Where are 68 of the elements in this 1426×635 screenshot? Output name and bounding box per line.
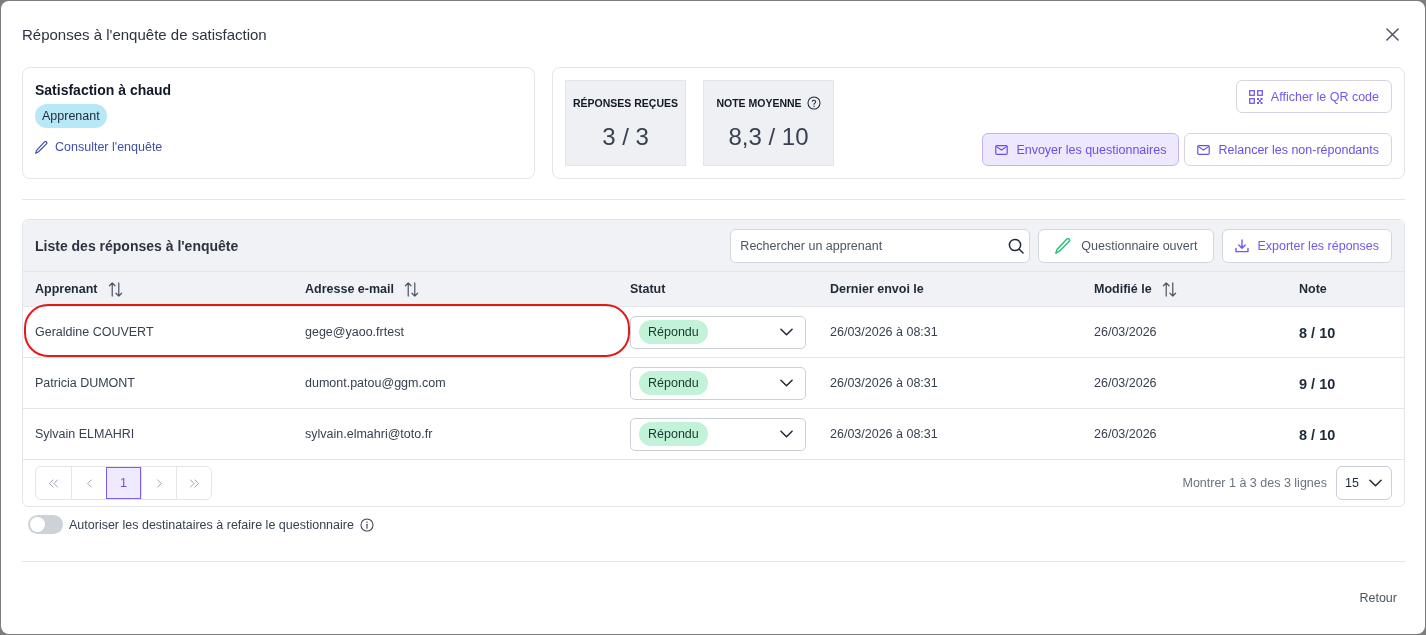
panel-title: Liste des réponses à l'enquête [35, 237, 239, 254]
table-cell: 26/03/2026 [1094, 325, 1157, 339]
pencil-icon [35, 140, 48, 154]
stat-value: 3 / 3 [602, 123, 649, 151]
sort-icon[interactable] [1161, 281, 1177, 297]
table-cell: 26/03/2026 à 08:31 [830, 427, 938, 441]
send-button[interactable]: Envoyer les questionnaires [982, 133, 1180, 166]
survey-title: Satisfaction à chaud [35, 82, 172, 98]
rows-summary: Montrer 1 à 3 des 3 lignes [1182, 476, 1327, 490]
chevron-down-icon [1368, 479, 1382, 487]
column-header[interactable]: Modifié le [1094, 282, 1152, 296]
column-header: Note [1299, 282, 1327, 296]
status-badge: Répondu [639, 422, 708, 446]
double-chevron-left-icon [48, 478, 59, 488]
mail-icon [1197, 144, 1211, 155]
table-cell: sylvain.elmahri@toto.fr [305, 427, 433, 441]
column-header: Dernier envoi le [830, 282, 924, 296]
pencil-icon [1055, 237, 1072, 254]
audience-tag: Apprenant [35, 104, 107, 128]
page-size-select[interactable]: 15 [1336, 466, 1392, 500]
send-button[interactable]: Relancer les non-répondants [1184, 133, 1392, 166]
status-select[interactable]: Répondu [630, 417, 806, 451]
export-button[interactable]: Exporter les réponses [1222, 228, 1392, 263]
table-cell: Geraldine COUVERT [35, 325, 154, 339]
table-cell: gege@yaoo.frtest [305, 325, 404, 339]
column-header[interactable]: Adresse e-mail [305, 282, 394, 296]
page-size-value: 15 [1345, 476, 1359, 490]
mail-icon [995, 144, 1009, 155]
search-field[interactable]: Rechercher un apprenant [730, 228, 1031, 263]
chevron-down-icon [780, 430, 793, 438]
info-icon[interactable] [359, 517, 374, 532]
download-icon [1235, 238, 1250, 253]
table-cell: Patricia DUMONT [35, 376, 135, 390]
sort-icon[interactable] [107, 281, 123, 297]
help-icon[interactable] [806, 96, 821, 110]
chevron-down-icon [780, 328, 793, 336]
status-select[interactable]: Répondu [630, 366, 806, 400]
open-survey-button[interactable]: Questionnaire ouvert [1038, 228, 1215, 263]
table-cell: 26/03/2026 à 08:31 [830, 376, 938, 390]
column-header: Statut [630, 282, 666, 296]
close-button[interactable] [1386, 27, 1399, 41]
double-chevron-right-icon [188, 478, 200, 488]
score-cell: 8 / 10 [1299, 427, 1336, 443]
search-icon [1008, 237, 1025, 254]
back-button[interactable]: Retour [1359, 591, 1397, 605]
dialog-title: Réponses à l'enquête de satisfaction [22, 25, 267, 43]
stat-value: 8,3 / 10 [728, 123, 809, 151]
qr-code-icon [1248, 89, 1263, 104]
chevron-down-icon [780, 379, 793, 387]
status-select[interactable]: Répondu [630, 315, 806, 349]
table-cell: dumont.patou@ggm.com [305, 376, 446, 390]
table-cell: 26/03/2026 [1094, 376, 1157, 390]
toggle-switch[interactable] [28, 515, 63, 534]
stat-label: RÉPONSES REÇUES [573, 97, 678, 109]
table-cell: 26/03/2026 [1094, 427, 1157, 441]
sort-icon[interactable] [403, 281, 419, 297]
view-survey-link[interactable]: Consulter l'enquête [35, 140, 163, 154]
qr-code-button[interactable]: Afficher le QR code [1235, 80, 1392, 113]
score-cell: 8 / 10 [1299, 325, 1336, 341]
status-badge: Répondu [639, 371, 708, 395]
page-button[interactable]: 1 [106, 467, 141, 499]
stat-label: NOTE MOYENNE [716, 97, 802, 109]
column-header[interactable]: Apprenant [35, 282, 98, 296]
table-cell: Sylvain ELMAHRI [35, 427, 135, 441]
score-cell: 9 / 10 [1299, 376, 1336, 392]
status-badge: Répondu [639, 320, 708, 344]
table-cell: 26/03/2026 à 08:31 [830, 325, 938, 339]
toggle-label: Autoriser les destinataires à refaire le questionnaire [69, 517, 354, 532]
